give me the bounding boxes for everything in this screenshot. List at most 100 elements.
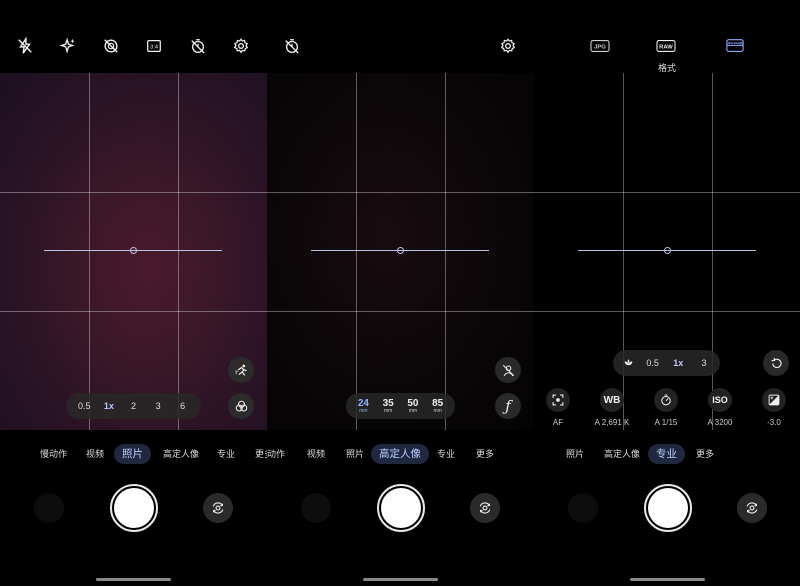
mode-tab[interactable]: 视频 xyxy=(307,444,325,464)
mode-selector: 照片 高定人像 专业 更多 xyxy=(534,444,800,464)
lens-option[interactable]: 50 mm xyxy=(401,398,426,414)
zoom-option[interactable]: 0.5 xyxy=(72,401,96,411)
motion-runner-button[interactable] xyxy=(228,357,254,383)
zoom-option[interactable]: 2 xyxy=(121,401,145,411)
shutter-button[interactable] xyxy=(381,488,421,528)
aspect-ratio-icon[interactable]: 3:4 xyxy=(144,36,164,56)
mode-tab[interactable]: 慢动作 xyxy=(40,444,67,464)
zoom-option[interactable]: 3 xyxy=(146,401,170,411)
pro-control-value: A 1/15 xyxy=(654,418,678,427)
lens-option-selected[interactable]: 24 mm xyxy=(351,398,376,414)
aspect-ratio-label: 3:4 xyxy=(150,44,159,50)
shutter-button[interactable] xyxy=(114,488,154,528)
switch-camera-icon xyxy=(479,502,491,514)
top-toolbar: 3:4 xyxy=(0,36,267,58)
top-toolbar xyxy=(267,36,534,58)
jpg-format-icon[interactable]: JPG xyxy=(588,36,612,56)
mode-tab[interactable]: 动作 xyxy=(267,444,285,464)
gallery-thumbnail[interactable] xyxy=(301,493,331,523)
home-indicator[interactable] xyxy=(363,578,438,581)
aperture-f-icon: ƒ xyxy=(505,397,511,415)
zoom-selector: 0.5 1x 2 3 6 xyxy=(66,393,201,419)
viewfinder[interactable] xyxy=(0,73,267,430)
mode-tab-selected[interactable]: 专业 xyxy=(648,444,685,464)
mode-tab[interactable]: 照片 xyxy=(346,444,364,464)
raw-plus-jpg-icon[interactable]: JPG+RAW xyxy=(723,36,747,56)
format-toolbar: JPG RAW JPG+RAW xyxy=(534,36,800,58)
timer-off-icon[interactable] xyxy=(188,36,208,56)
color-filters-button[interactable] xyxy=(228,393,254,419)
exposure-icon xyxy=(762,388,786,412)
switch-camera-button[interactable] xyxy=(737,493,767,523)
hdr-off-icon[interactable] xyxy=(101,36,121,56)
zoom-selector: 0.5 1x 3 xyxy=(613,350,720,376)
settings-gear-icon[interactable] xyxy=(231,36,251,56)
mode-selector: 慢动作 视频 照片 高定人像 专业 更多 xyxy=(0,444,267,464)
mode-tab[interactable]: 更多 xyxy=(696,444,714,464)
gallery-thumbnail[interactable] xyxy=(568,493,598,523)
mode-selector: 动作 视频 照片 高定人像 专业 更多 xyxy=(267,444,534,464)
pro-control-value: A 3200 xyxy=(707,418,733,427)
lens-option[interactable]: 85 mm xyxy=(425,398,450,414)
raw-format-icon[interactable]: RAW xyxy=(654,36,678,56)
viewfinder[interactable] xyxy=(534,73,800,430)
portrait-effect-off-icon xyxy=(502,364,514,376)
shutter-speed-icon xyxy=(654,388,678,412)
timer-off-icon[interactable] xyxy=(282,36,302,56)
macro-flower-icon[interactable] xyxy=(617,357,639,370)
flash-off-icon[interactable] xyxy=(15,36,35,56)
shutter-button[interactable] xyxy=(648,488,688,528)
autofocus-icon xyxy=(546,388,570,412)
switch-camera-button[interactable] xyxy=(203,493,233,523)
home-indicator[interactable] xyxy=(96,578,171,581)
zoom-option-selected[interactable]: 1x xyxy=(97,401,121,411)
pro-control-af[interactable]: AF xyxy=(534,388,588,427)
switch-camera-icon xyxy=(746,502,758,514)
gallery-thumbnail[interactable] xyxy=(34,493,64,523)
jpg-tag: JPG xyxy=(594,45,606,51)
white-balance-icon: WB xyxy=(600,388,624,412)
mode-tab[interactable]: 高定人像 xyxy=(163,444,199,464)
portrait-effect-button[interactable] xyxy=(495,357,521,383)
pro-control-value: -3.0 xyxy=(767,418,781,427)
reset-icon xyxy=(771,357,782,368)
mode-tab-selected[interactable]: 照片 xyxy=(114,444,151,464)
mode-tab[interactable]: 更多 xyxy=(476,444,494,464)
zoom-option[interactable]: 0.5 xyxy=(641,358,665,368)
mode-tab[interactable]: 专业 xyxy=(437,444,455,464)
motion-runner-icon xyxy=(235,364,247,376)
pro-control-iso[interactable]: ISO A 3200 xyxy=(690,388,750,427)
pro-control-exposure[interactable]: -3.0 xyxy=(744,388,800,427)
zoom-option[interactable]: 6 xyxy=(171,401,195,411)
camera-panel-pro: JPG RAW JPG+RAW 格式 0.5 1x 3 AF WB A 2,69… xyxy=(534,0,800,586)
pro-control-value: A 2,691 K xyxy=(594,418,630,427)
mode-tab[interactable]: 更多 xyxy=(255,444,267,464)
mode-tab-selected[interactable]: 高定人像 xyxy=(371,444,429,464)
mode-tab[interactable]: 视频 xyxy=(86,444,104,464)
lens-option[interactable]: 35 mm xyxy=(376,398,401,414)
mode-tab[interactable]: 高定人像 xyxy=(604,444,640,464)
home-indicator[interactable] xyxy=(630,578,705,581)
viewfinder[interactable] xyxy=(267,73,534,430)
zoom-option[interactable]: 3 xyxy=(692,358,716,368)
mode-tab[interactable]: 专业 xyxy=(217,444,235,464)
switch-camera-button[interactable] xyxy=(470,493,500,523)
lens-selector: 24 mm 35 mm 50 mm 85 mm xyxy=(346,393,455,419)
pro-control-wb[interactable]: WB A 2,691 K xyxy=(582,388,642,427)
settings-gear-icon[interactable] xyxy=(498,36,518,56)
iso-icon: ISO xyxy=(708,388,732,412)
zoom-option-selected[interactable]: 1x xyxy=(666,358,690,368)
camera-panel-photo: 3:4 0.5 1x 2 3 6 慢动作 视频 照片 高定人像 专业 更多 xyxy=(0,0,267,586)
level-center-dot xyxy=(664,247,671,254)
camera-panel-portrait: ƒ 24 mm 35 mm 50 mm 85 mm 动作 视频 照片 高定人像 专业 更… xyxy=(267,0,534,586)
pro-control-value: AF xyxy=(552,418,564,427)
switch-camera-icon xyxy=(212,502,224,514)
mode-tab[interactable]: 照片 xyxy=(566,444,584,464)
raw-plus-jpg-tag: JPG+RAW xyxy=(727,41,744,45)
pro-control-shutter[interactable]: A 1/15 xyxy=(636,388,696,427)
level-center-dot xyxy=(130,247,137,254)
aperture-button[interactable]: ƒ xyxy=(495,393,521,419)
reset-button[interactable] xyxy=(763,350,789,376)
ai-sparkle-icon[interactable] xyxy=(58,36,78,56)
raw-tag: RAW xyxy=(659,45,673,51)
